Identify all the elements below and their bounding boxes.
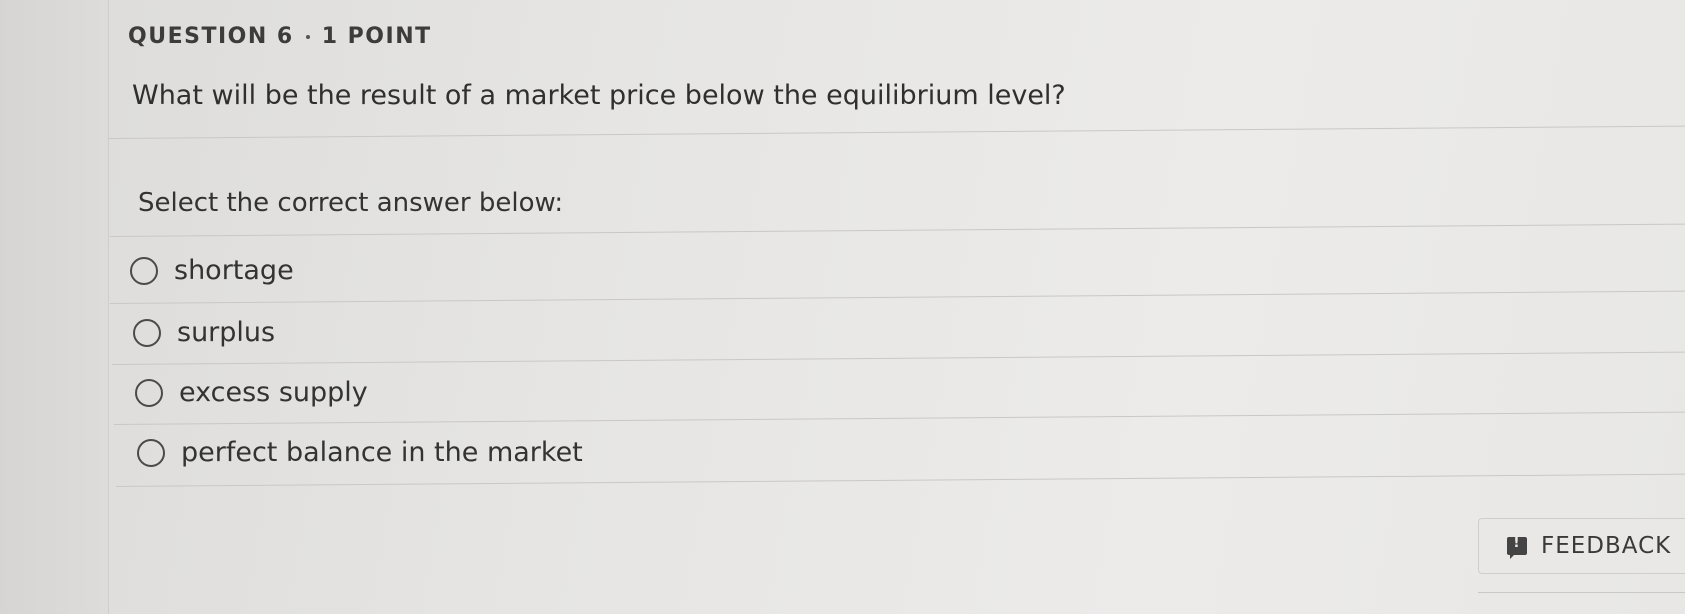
feedback-label: FEEDBACK bbox=[1541, 533, 1672, 559]
divider bbox=[107, 125, 1685, 139]
question-text: What will be the result of a market pric… bbox=[132, 80, 1066, 111]
quiz-screen: QUESTION 6 1 POINT What will be the resu… bbox=[0, 0, 1685, 614]
divider bbox=[111, 351, 1685, 365]
radio-button[interactable] bbox=[135, 378, 163, 407]
divider bbox=[1478, 592, 1685, 593]
radio-button[interactable] bbox=[137, 438, 165, 467]
answer-option[interactable]: perfect balance in the market bbox=[137, 437, 583, 468]
left-margin bbox=[0, 0, 109, 614]
option-label: surplus bbox=[177, 317, 276, 348]
option-label: shortage bbox=[174, 255, 294, 286]
divider bbox=[109, 223, 1685, 237]
divider bbox=[113, 411, 1685, 425]
feedback-button[interactable]: FEEDBACK bbox=[1478, 518, 1685, 574]
divider bbox=[109, 290, 1685, 304]
radio-button[interactable] bbox=[130, 256, 158, 285]
option-label: excess supply bbox=[179, 377, 368, 408]
divider bbox=[115, 473, 1685, 487]
answer-option[interactable]: excess supply bbox=[135, 377, 368, 408]
option-label: perfect balance in the market bbox=[181, 437, 583, 468]
question-points: 1 POINT bbox=[321, 24, 432, 49]
answer-prompt: Select the correct answer below: bbox=[138, 188, 564, 218]
answer-option[interactable]: surplus bbox=[133, 317, 275, 348]
radio-button[interactable] bbox=[133, 318, 161, 347]
separator-dot bbox=[305, 34, 310, 39]
question-number: QUESTION 6 bbox=[128, 24, 294, 49]
answer-option[interactable]: shortage bbox=[130, 255, 294, 286]
question-header: QUESTION 6 1 POINT bbox=[128, 24, 432, 49]
feedback-icon bbox=[1507, 535, 1527, 559]
